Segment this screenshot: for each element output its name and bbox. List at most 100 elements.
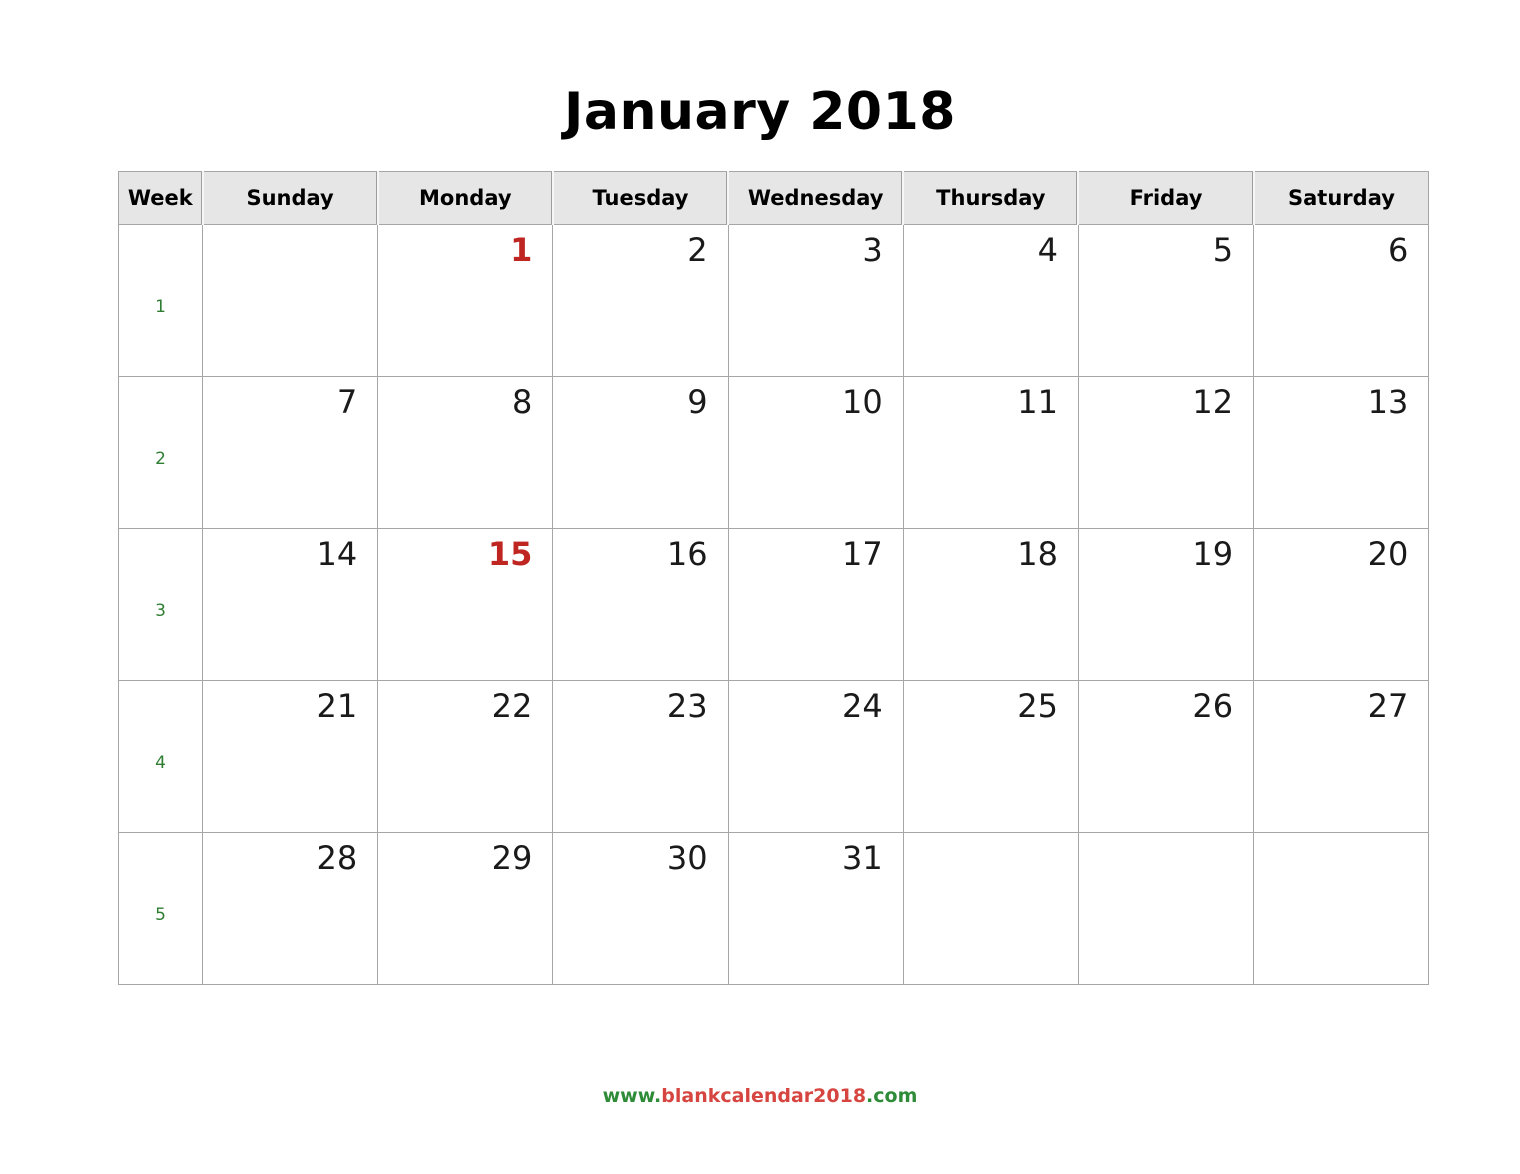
day-cell[interactable]: 1 xyxy=(377,224,554,377)
day-cell[interactable]: 4 xyxy=(902,224,1079,377)
day-cell[interactable]: 30 xyxy=(552,832,729,985)
day-cell[interactable]: 7 xyxy=(201,376,379,529)
day-number: 31 xyxy=(842,839,883,877)
day-number: 7 xyxy=(336,383,358,421)
day-number: 17 xyxy=(842,535,883,573)
day-number: 27 xyxy=(1367,687,1409,725)
calendar-page: January 2018 Week Sunday Monday Tuesday … xyxy=(0,0,1520,1174)
week-number: 1 xyxy=(155,296,166,317)
day-number: 23 xyxy=(666,687,708,725)
day-number: 11 xyxy=(1017,383,1058,421)
footer-url-prefix: www. xyxy=(602,1085,662,1107)
footer-url-name: blankcalendar2018 xyxy=(661,1085,867,1107)
day-cell[interactable]: 10 xyxy=(727,376,904,529)
day-number: 20 xyxy=(1367,535,1409,573)
day-cell[interactable]: 9 xyxy=(552,376,729,529)
day-number xyxy=(1079,833,1253,839)
day-cell[interactable]: 19 xyxy=(1077,528,1255,681)
week-number-cell: 4 xyxy=(118,680,203,833)
week-number: 5 xyxy=(155,904,166,925)
day-number: 5 xyxy=(1212,231,1234,269)
column-header-monday: Monday xyxy=(377,171,554,225)
table-row: 3 14 15 16 17 18 19 20 xyxy=(118,528,1430,681)
day-number: 1 xyxy=(510,231,533,269)
column-header-saturday: Saturday xyxy=(1253,171,1429,225)
day-cell[interactable]: 12 xyxy=(1077,376,1255,529)
week-number-cell: 2 xyxy=(118,376,203,529)
day-cell[interactable]: 13 xyxy=(1253,376,1430,529)
day-cell[interactable] xyxy=(1077,832,1255,985)
day-cell[interactable]: 24 xyxy=(727,680,904,833)
site-url-footer[interactable]: www.blankcalendar2018.com xyxy=(0,1084,1520,1108)
day-number: 2 xyxy=(687,231,708,269)
table-row: 5 28 29 30 31 xyxy=(118,832,1430,985)
day-number: 25 xyxy=(1017,687,1058,725)
day-number: 6 xyxy=(1387,231,1409,269)
calendar-body: 1 1 2 3 4 5 6 2 7 8 9 10 11 12 13 3 14 1… xyxy=(118,224,1430,985)
day-cell[interactable]: 26 xyxy=(1077,680,1255,833)
column-header-week: Week xyxy=(118,171,204,225)
page-title: January 2018 xyxy=(564,82,956,142)
day-cell[interactable]: 3 xyxy=(727,224,904,377)
day-number xyxy=(1254,833,1428,839)
day-cell[interactable] xyxy=(201,224,379,377)
week-number: 4 xyxy=(155,752,166,773)
day-cell[interactable]: 2 xyxy=(552,224,729,377)
day-number: 29 xyxy=(491,839,533,877)
day-number: 14 xyxy=(316,535,358,573)
day-number xyxy=(904,833,1078,839)
calendar-header-row: Week Sunday Monday Tuesday Wednesday Thu… xyxy=(118,171,1429,225)
day-cell[interactable]: 23 xyxy=(552,680,729,833)
day-cell[interactable]: 21 xyxy=(201,680,379,833)
column-header-tuesday: Tuesday xyxy=(552,171,730,225)
week-number: 3 xyxy=(155,600,166,621)
calendar-table: Week Sunday Monday Tuesday Wednesday Thu… xyxy=(118,171,1430,985)
day-number: 18 xyxy=(1017,535,1058,573)
day-cell[interactable]: 31 xyxy=(727,832,904,985)
day-cell[interactable]: 14 xyxy=(201,528,379,681)
day-number: 24 xyxy=(842,687,883,725)
day-cell[interactable]: 22 xyxy=(377,680,554,833)
table-row: 4 21 22 23 24 25 26 27 xyxy=(118,680,1430,833)
day-cell[interactable]: 29 xyxy=(377,832,554,985)
week-number: 2 xyxy=(155,448,166,469)
day-cell[interactable]: 18 xyxy=(902,528,1079,681)
day-cell[interactable]: 20 xyxy=(1253,528,1430,681)
day-number: 8 xyxy=(512,383,533,421)
day-cell[interactable] xyxy=(1253,832,1430,985)
day-number: 10 xyxy=(842,383,883,421)
day-cell[interactable]: 5 xyxy=(1077,224,1255,377)
day-cell[interactable]: 25 xyxy=(902,680,1079,833)
column-header-sunday: Sunday xyxy=(202,171,379,225)
week-number-cell: 5 xyxy=(118,832,203,985)
day-number: 15 xyxy=(487,535,533,573)
day-number: 28 xyxy=(316,839,358,877)
day-cell[interactable]: 6 xyxy=(1253,224,1430,377)
day-number xyxy=(203,225,377,231)
day-cell[interactable]: 27 xyxy=(1253,680,1430,833)
table-row: 1 1 2 3 4 5 6 xyxy=(118,224,1430,377)
day-cell[interactable]: 28 xyxy=(201,832,379,985)
day-cell[interactable]: 17 xyxy=(727,528,904,681)
day-cell[interactable]: 8 xyxy=(377,376,554,529)
column-header-thursday: Thursday xyxy=(903,171,1080,225)
week-number-cell: 1 xyxy=(118,224,203,377)
table-row: 2 7 8 9 10 11 12 13 xyxy=(118,376,1430,529)
column-header-wednesday: Wednesday xyxy=(728,171,905,225)
day-number: 26 xyxy=(1192,687,1234,725)
day-cell[interactable] xyxy=(902,832,1079,985)
day-cell[interactable]: 15 xyxy=(377,528,554,681)
day-number: 19 xyxy=(1192,535,1234,573)
day-number: 22 xyxy=(491,687,533,725)
column-header-friday: Friday xyxy=(1078,171,1255,225)
day-number: 9 xyxy=(687,383,708,421)
day-number: 3 xyxy=(862,231,883,269)
day-number: 16 xyxy=(666,535,708,573)
day-number: 12 xyxy=(1192,383,1234,421)
day-cell[interactable]: 11 xyxy=(902,376,1079,529)
day-number: 4 xyxy=(1037,231,1058,269)
calendar-container: Week Sunday Monday Tuesday Wednesday Thu… xyxy=(118,171,1430,985)
day-cell[interactable]: 16 xyxy=(552,528,729,681)
day-number: 13 xyxy=(1367,383,1409,421)
day-number: 21 xyxy=(316,687,358,725)
